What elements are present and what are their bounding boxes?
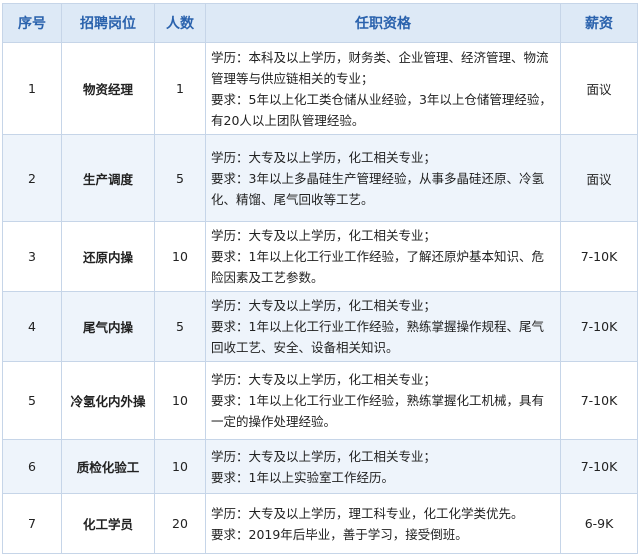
header-count: 人数 [154,3,206,43]
row-count: 5 [154,291,206,362]
table-row: 4 尾气内操 5 学历：大专及以上学历，化工相关专业； 要求：1年以上化工行业工… [2,291,638,362]
row-requirements: 学历：本科及以上学历，财务类、企业管理、经济管理、物流管理等与供应链相关的专业；… [205,42,561,135]
table-row: 7 化工学员 20 学历：大专及以上学历，理工科专业，化工化学类优先。 要求：2… [2,493,638,554]
row-index: 4 [2,291,62,362]
row-requirements: 学历：大专及以上学历，化工相关专业； 要求：3年以上多晶硅生产管理经验，从事多晶… [205,134,561,222]
table-row: 5 冷氢化内外操 10 学历：大专及以上学历，化工相关专业； 要求：1年以上化工… [2,361,638,440]
row-salary: 7-10K [560,439,638,494]
row-salary: 面议 [560,42,638,135]
header-salary: 薪资 [560,3,638,43]
table-row: 2 生产调度 5 学历：大专及以上学历，化工相关专业； 要求：3年以上多晶硅生产… [2,134,638,222]
row-education: 学历：大专及以上学历，化工相关专业； [211,228,437,243]
row-index: 7 [2,493,62,554]
row-count: 10 [154,361,206,440]
row-education: 学历：大专及以上学历，化工相关专业； [211,372,437,387]
row-education: 学历：大专及以上学历，化工相关专业； [211,448,437,464]
row-salary: 面议 [560,134,638,222]
row-index: 2 [2,134,62,222]
recruitment-table-container: 序号 招聘岗位 人数 任职资格 薪资 1 物资经理 1 学历：本科及以上学历，财… [2,3,638,554]
row-position: 还原内操 [61,221,155,292]
row-index: 3 [2,221,62,292]
row-requirement: 要求：1年以上实验室工作经历。 [211,469,394,485]
row-count: 5 [154,134,206,222]
row-requirement: 要求：1年以上化工行业工作经验，熟练掌握操作规程、尾气回收工艺、安全、设备相关知… [211,319,544,355]
row-position: 生产调度 [61,134,155,222]
table-row: 1 物资经理 1 学历：本科及以上学历，财务类、企业管理、经济管理、物流管理等与… [2,42,638,135]
row-requirements: 学历：大专及以上学历，化工相关专业； 要求：1年以上化工行业工作经验，了解还原炉… [205,221,561,292]
header-requirements: 任职资格 [205,3,561,43]
row-salary: 7-10K [560,361,638,440]
header-index: 序号 [2,3,62,43]
row-count: 20 [154,493,206,554]
row-requirement: 要求：5年以上化工类仓储从业经验，3年以上仓储管理经验，有20人以上团队管理经验… [211,91,552,128]
row-education: 学历：大专及以上学历，化工相关专业； [211,149,437,165]
row-requirements: 学历：大专及以上学历，理工科专业，化工化学类优先。 要求：2019年后毕业，善于… [205,493,561,554]
row-count: 10 [154,221,206,292]
row-position: 物资经理 [61,42,155,135]
row-position: 质检化验工 [61,439,155,494]
row-position: 化工学员 [61,493,155,554]
recruitment-table: 序号 招聘岗位 人数 任职资格 薪资 1 物资经理 1 学历：本科及以上学历，财… [2,3,638,554]
row-education: 学历：大专及以上学历，理工科专业，化工化学类优先。 [211,505,524,521]
row-requirement: 要求：1年以上化工行业工作经验，熟练掌握化工机械，具有一定的操作处理经验。 [211,393,544,429]
row-requirement: 要求：1年以上化工行业工作经验，了解还原炉基本知识、危险因素及工艺参数。 [211,249,544,285]
table-row: 6 质检化验工 10 学历：大专及以上学历，化工相关专业； 要求：1年以上实验室… [2,439,638,494]
row-requirement: 要求：3年以上多晶硅生产管理经验，从事多晶硅还原、冷氢化、精馏、尾气回收等工艺。 [211,170,544,207]
row-index: 6 [2,439,62,494]
row-requirements: 学历：大专及以上学历，化工相关专业； 要求：1年以上实验室工作经历。 [205,439,561,494]
table-row: 3 还原内操 10 学历：大专及以上学历，化工相关专业； 要求：1年以上化工行业… [2,221,638,292]
row-count: 1 [154,42,206,135]
row-index: 1 [2,42,62,135]
row-position: 冷氢化内外操 [61,361,155,440]
row-salary: 7-10K [560,221,638,292]
header-position: 招聘岗位 [61,3,155,43]
row-salary: 6-9K [560,493,638,554]
row-salary: 7-10K [560,291,638,362]
row-requirements: 学历：大专及以上学历，化工相关专业； 要求：1年以上化工行业工作经验，熟练掌握化… [205,361,561,440]
table-header-row: 序号 招聘岗位 人数 任职资格 薪资 [2,3,638,43]
row-index: 5 [2,361,62,440]
row-position: 尾气内操 [61,291,155,362]
row-education: 学历：大专及以上学历，化工相关专业； [211,298,437,313]
row-education: 学历：本科及以上学历，财务类、企业管理、经济管理、物流管理等与供应链相关的专业； [211,49,549,86]
row-requirement: 要求：2019年后毕业，善于学习，接受倒班。 [211,526,468,542]
row-requirements: 学历：大专及以上学历，化工相关专业； 要求：1年以上化工行业工作经验，熟练掌握操… [205,291,561,362]
row-count: 10 [154,439,206,494]
